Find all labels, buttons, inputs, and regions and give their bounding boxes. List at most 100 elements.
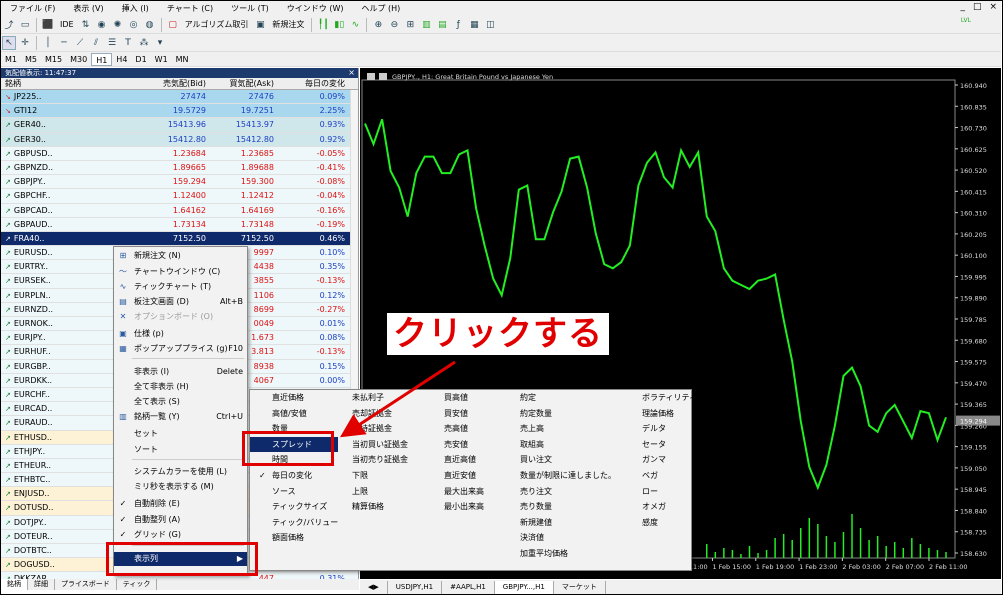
tile-windows-icon[interactable]: ⊞	[403, 18, 417, 32]
column-item[interactable]: 未払利子	[350, 390, 408, 406]
column-item[interactable]: 精算価格	[350, 499, 408, 515]
market-watch-tab[interactable]: プライスボード	[55, 579, 117, 590]
context-menu-item[interactable]: 非表示 (I) Delete	[114, 365, 247, 379]
context-menu-item[interactable]: ∿ ティックチャート (T)	[114, 280, 247, 294]
column-item[interactable]: 売却証拠金	[350, 406, 408, 422]
column-item[interactable]: ティックサイズ	[250, 499, 338, 515]
market-watch-tab[interactable]: 詳細	[28, 579, 55, 590]
column-item[interactable]: 当初売り証拠金	[350, 452, 408, 468]
table-row[interactable]: ↗ GBPCAD.. 1.64162 1.64169 -0.16%	[1, 203, 358, 218]
timeframe-d1[interactable]: D1	[131, 53, 150, 66]
bar-chart-icon[interactable]: ╿┃	[316, 18, 330, 32]
chart-tab[interactable]: #AAPL,H1	[442, 580, 495, 594]
shapes-icon[interactable]: ⁂	[137, 36, 151, 50]
column-item[interactable]: 決済値	[518, 530, 616, 546]
terminal-icon[interactable]: ◎	[127, 18, 141, 32]
context-menu-item[interactable]: ミリ秒を表示する (M)	[114, 480, 247, 494]
column-item[interactable]: 売り数量	[518, 499, 616, 515]
chart-tab[interactable]: GBPJPY...,H1	[494, 580, 554, 594]
column-item[interactable]: 直近価格	[250, 390, 338, 406]
line-chart-icon[interactable]: ∿	[348, 18, 362, 32]
column-item[interactable]: デルタ	[640, 421, 697, 437]
column-item[interactable]: 売安値	[442, 437, 484, 453]
context-menu-item[interactable]: ▣ 仕様 (p)	[114, 327, 247, 341]
channel-icon[interactable]: ⫽	[89, 36, 103, 50]
column-item[interactable]: 数量が制限に達しました。	[518, 468, 616, 484]
table-row[interactable]: ↘ GTI12 19.5729 19.7251 2.25%	[1, 104, 358, 119]
column-item[interactable]: 最大出来高	[442, 484, 484, 500]
column-item[interactable]: 約定数量	[518, 406, 616, 422]
context-menu-item[interactable]: ✓ 自動整列 (A)	[114, 513, 247, 527]
new-order-icon[interactable]: ▣	[253, 18, 267, 32]
menu-item[interactable]: チャート (C)	[158, 3, 222, 14]
context-menu-item[interactable]: ▥ 銘柄一覧 (Y) Ctrl+U	[114, 410, 247, 424]
context-menu-item[interactable]: ✓ グリッド (G)	[114, 528, 247, 542]
context-menu-item[interactable]: ⊞ 新規注文 (N)	[114, 249, 247, 263]
tab-scroll-left-icon[interactable]: ◀▶	[360, 580, 388, 594]
column-header-symbol[interactable]: 銘柄	[1, 78, 128, 89]
timeframe-m30[interactable]: M30	[66, 53, 91, 66]
timeframe-m5[interactable]: M5	[21, 53, 41, 66]
column-item[interactable]: 上限	[350, 484, 408, 500]
chart-tab[interactable]: マーケット	[554, 580, 606, 594]
minimize-button[interactable]: _	[960, 2, 965, 12]
context-menu-item[interactable]: 全て表示 (S)	[114, 395, 247, 409]
signals-icon[interactable]: ◉	[95, 18, 109, 32]
column-item[interactable]: 約定	[518, 390, 616, 406]
close-button[interactable]: ×	[989, 2, 997, 12]
column-header-change[interactable]: 毎日の変化	[276, 78, 349, 89]
column-item[interactable]: ロー	[640, 484, 697, 500]
menu-item[interactable]: 表示 (V)	[64, 3, 112, 14]
ide-button[interactable]: IDE	[57, 18, 77, 32]
new-chart-icon[interactable]: ⤴	[2, 18, 16, 32]
cursor-icon[interactable]: ↖	[2, 35, 16, 50]
context-menu-item[interactable]: ソート	[114, 443, 247, 457]
timeframe-mn[interactable]: MN	[172, 53, 193, 66]
column-item[interactable]: 維持証拠金	[350, 421, 408, 437]
timeframe-m15[interactable]: M15	[41, 53, 66, 66]
menu-item[interactable]: ツール (T)	[222, 3, 278, 14]
table-row[interactable]: ↗ GBPNZD.. 1.89665 1.89688 -0.41%	[1, 160, 358, 176]
table-row[interactable]: ↘ JP225.. 27474 27476 0.09%	[1, 90, 358, 105]
context-menu-item[interactable]: ▦ ポップアッププライス (g) F10	[114, 342, 247, 356]
column-item[interactable]: 新規建値	[518, 515, 616, 531]
chevron-down-icon[interactable]: ▾	[153, 36, 167, 50]
zoom-in-icon[interactable]: ⊕	[371, 18, 385, 32]
context-menu-item[interactable]: ✓ 自動削除 (E)	[114, 497, 247, 511]
table-row[interactable]: ↗ GBPCHF.. 1.12400 1.12412 -0.04%	[1, 189, 358, 204]
market-watch-tab[interactable]: ティック	[117, 579, 158, 590]
table-row[interactable]: ↗ GBPUSD.. 1.23684 1.23685 -0.05%	[1, 146, 358, 161]
column-item[interactable]: ✓ 毎日の変化	[250, 468, 338, 484]
autoscroll-icon[interactable]: ▤	[435, 18, 449, 32]
column-item[interactable]: 理論価格	[640, 406, 697, 422]
column-item[interactable]: 買い注文	[518, 452, 616, 468]
context-menu-item[interactable]: システムカラーを使用 (L)	[114, 465, 247, 479]
crosshair-icon[interactable]: ✛	[18, 36, 32, 50]
profiles-icon[interactable]: ▭	[18, 18, 32, 32]
menu-item[interactable]: ヘルプ (H)	[352, 3, 409, 14]
candle-chart-icon[interactable]: ▮▯	[332, 18, 346, 32]
table-row[interactable]: ↗ GER30.. 15412.80 15412.80 0.92%	[1, 132, 358, 147]
column-header-ask[interactable]: 買気配(Ask)	[208, 78, 276, 89]
table-row[interactable]: ↗ FRA40.. 7152.50 7152.50 0.46%	[1, 231, 358, 247]
column-item[interactable]: 売上高	[518, 421, 616, 437]
metaeditor-icon[interactable]: ⬛	[41, 18, 55, 32]
chart-tab[interactable]: USDJPY,H1	[388, 580, 443, 594]
column-item[interactable]: 取組高	[518, 437, 616, 453]
indicators-icon[interactable]: ƒ	[451, 18, 465, 32]
tester-icon[interactable]: ◍	[143, 18, 157, 32]
timeframe-m1[interactable]: M1	[1, 53, 21, 66]
column-item[interactable]: 高値/安値	[250, 406, 338, 422]
menu-item[interactable]: 挿入 (I)	[113, 3, 158, 14]
timeframe-h1[interactable]: H1	[91, 52, 113, 66]
context-menu-item[interactable]: セット	[114, 427, 247, 441]
column-item[interactable]: オメガ	[640, 499, 697, 515]
timeframe-w1[interactable]: W1	[151, 53, 172, 66]
column-item[interactable]: 額面価格	[250, 530, 338, 546]
chart-shift-icon[interactable]: ▥	[419, 18, 433, 32]
column-item[interactable]: ガンマ	[640, 452, 697, 468]
menu-item[interactable]: ファイル (F)	[1, 3, 64, 14]
context-menu-item[interactable]: 〜チャートウインドウ (C)	[114, 265, 247, 279]
column-item[interactable]: セータ	[640, 437, 697, 453]
horizontal-line-icon[interactable]: ─	[57, 36, 71, 50]
